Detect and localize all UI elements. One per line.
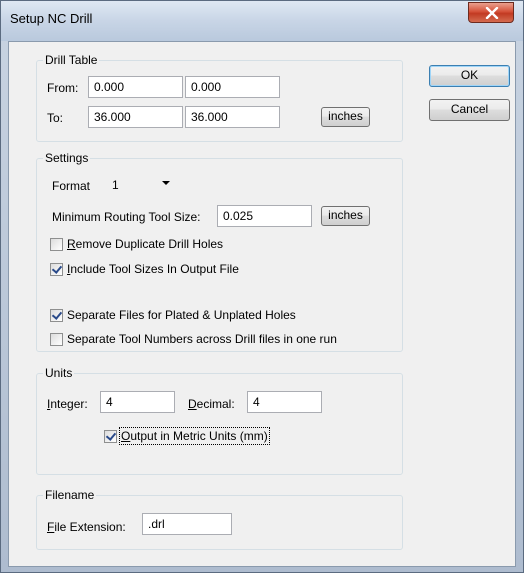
close-button[interactable] <box>468 2 514 23</box>
drill-table-units-button[interactable]: inches <box>321 107 370 127</box>
window-title: Setup NC Drill <box>10 11 93 26</box>
close-icon <box>485 7 499 19</box>
remove-duplicate-label-text: emove Duplicate Drill Holes <box>75 237 224 251</box>
include-tool-sizes-label-text: nclude Tool Sizes In Output File <box>70 262 239 276</box>
format-label: Format <box>52 179 91 193</box>
file-extension-label-text: ile Extension: <box>54 520 126 534</box>
separate-files-label[interactable]: Separate Files for Plated & Unplated Hol… <box>67 308 296 322</box>
title-bar[interactable]: Setup NC Drill <box>1 1 523 41</box>
format-value: 1 <box>112 178 119 192</box>
min-routing-input[interactable]: 0.025 <box>217 205 312 227</box>
from-x-input[interactable]: 0.000 <box>88 76 183 98</box>
include-tool-sizes-checkbox[interactable] <box>50 263 63 276</box>
settings-group: Settings <box>36 151 403 352</box>
drill-table-group: Drill Table <box>36 53 403 142</box>
include-tool-sizes-label[interactable]: Include Tool Sizes In Output File <box>67 262 239 276</box>
separate-tool-numbers-label[interactable]: Separate Tool Numbers across Drill files… <box>67 332 337 346</box>
format-select[interactable]: 1 <box>106 173 176 195</box>
ok-button[interactable]: OK <box>429 65 510 87</box>
decimal-label-text: ecimal: <box>196 397 235 411</box>
chevron-down-icon <box>162 181 170 185</box>
separate-tool-numbers-checkbox[interactable] <box>50 333 63 346</box>
decimal-input[interactable]: 4 <box>247 391 322 413</box>
min-routing-label: Minimum Routing Tool Size: <box>52 210 201 224</box>
file-extension-input[interactable]: .drl <box>142 513 232 535</box>
units-legend: Units <box>43 366 75 380</box>
filename-legend: Filename <box>43 488 97 502</box>
units-group: Units <box>36 366 403 475</box>
output-metric-label-mnemonic: O <box>121 429 131 443</box>
drill-table-legend: Drill Table <box>43 53 100 67</box>
integer-input[interactable]: 4 <box>100 391 175 413</box>
to-y-input[interactable]: 36.000 <box>185 106 280 128</box>
integer-label-text: nteger: <box>50 397 88 411</box>
settings-legend: Settings <box>43 151 91 165</box>
remove-duplicate-checkbox[interactable] <box>50 238 63 251</box>
to-label: To: <box>47 111 64 125</box>
from-label: From: <box>47 81 79 95</box>
integer-label: Integer: <box>47 397 88 411</box>
to-x-input[interactable]: 36.000 <box>88 106 183 128</box>
file-extension-label: File Extension: <box>47 520 126 534</box>
decimal-label: Decimal: <box>188 397 235 411</box>
separate-files-checkbox[interactable] <box>50 309 63 322</box>
setup-nc-drill-dialog: Setup NC Drill OK Cancel Drill Table Fro… <box>0 0 524 573</box>
from-y-input[interactable]: 0.000 <box>185 76 280 98</box>
remove-duplicate-label[interactable]: Remove Duplicate Drill Holes <box>67 237 223 251</box>
decimal-label-mnemonic: D <box>188 397 197 411</box>
remove-duplicate-label-mnemonic: R <box>67 237 76 251</box>
output-metric-label-text: utput in Metric Units (mm) <box>130 429 268 443</box>
output-metric-checkbox[interactable] <box>104 430 117 443</box>
cancel-button[interactable]: Cancel <box>429 99 510 121</box>
output-metric-label[interactable]: Output in Metric Units (mm) <box>119 427 270 445</box>
settings-units-button[interactable]: inches <box>321 206 370 226</box>
dialog-body: OK Cancel Drill Table From: 0.000 0.000 … <box>8 41 516 567</box>
